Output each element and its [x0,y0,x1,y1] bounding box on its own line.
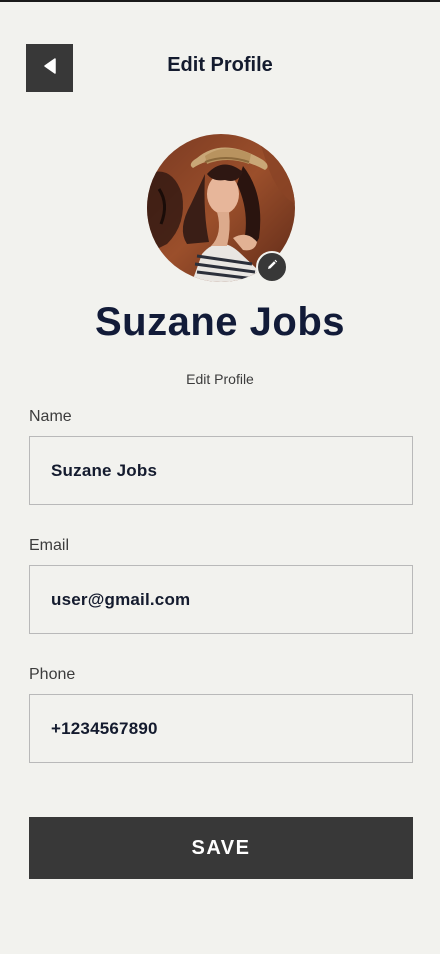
phone-field-value: +1234567890 [51,718,158,738]
edit-profile-screen: Edit Profile Suzane Jobs Edit Profile Na… [0,0,440,954]
phone-field[interactable]: +1234567890 [29,694,413,763]
name-field-value: Suzane Jobs [51,460,158,480]
page-title: Edit Profile [167,54,273,76]
email-label: Email [29,537,70,554]
email-field[interactable]: user@gmail.com [29,565,413,634]
email-field-value: user@gmail.com [51,589,191,609]
name-label: Name [29,408,72,425]
name-field[interactable]: Suzane Jobs [29,436,413,505]
pencil-icon [266,258,278,276]
profile-subtitle: Edit Profile [186,371,254,387]
phone-label: Phone [29,666,76,683]
save-button-label: SAVE [191,836,251,859]
edit-avatar-button[interactable] [256,251,288,283]
profile-name: Suzane Jobs [94,300,345,344]
save-button[interactable]: SAVE [29,817,413,879]
